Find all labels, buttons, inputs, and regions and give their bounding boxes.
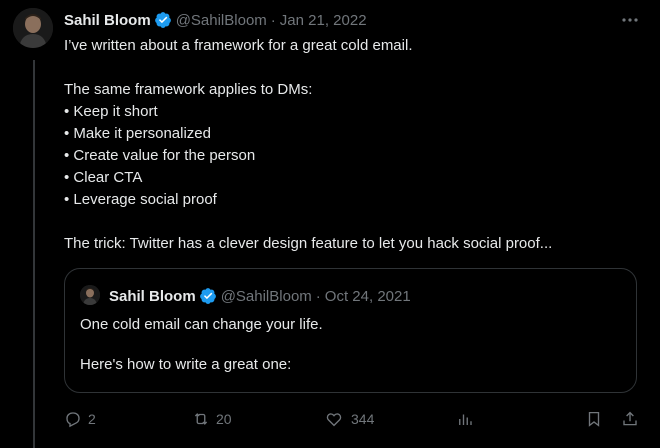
- tweet-date[interactable]: Jan 21, 2022: [280, 12, 367, 29]
- action-bar: 2 20 344: [64, 406, 644, 432]
- tweet-line: The same framework applies to DMs:: [64, 81, 313, 98]
- tweet-line: • Clear CTA: [64, 169, 143, 186]
- quoted-author-handle: @SahilBloom: [220, 287, 312, 305]
- views-button[interactable]: [456, 406, 474, 432]
- thread-line: [33, 60, 35, 448]
- author-handle[interactable]: @SahilBloom: [176, 12, 267, 29]
- separator-dot: ·: [315, 287, 321, 305]
- bookmark-icon: [588, 411, 600, 427]
- quoted-tweet-date: Oct 24, 2021: [324, 287, 411, 305]
- share-button[interactable]: [621, 406, 639, 432]
- tweet-line: • Make it personalized: [64, 125, 211, 142]
- reply-count: 2: [88, 411, 96, 427]
- quoted-tweet-header: Sahil Bloom @SahilBloom · Oct 24, 2021: [109, 286, 411, 306]
- tweet-text: I’ve written about a framework for a gre…: [64, 35, 644, 255]
- avatar[interactable]: [13, 8, 53, 48]
- quoted-line: One cold email can change your life.: [80, 316, 323, 333]
- retweet-button[interactable]: 20: [192, 406, 232, 432]
- tweet-line: [64, 211, 644, 233]
- quoted-line: Here's how to write a great one:: [80, 356, 292, 373]
- reply-button[interactable]: 2: [64, 406, 96, 432]
- like-button[interactable]: 344: [325, 406, 374, 432]
- tweet-line: The trick: Twitter has a clever design f…: [64, 235, 553, 252]
- tweet-line: • Create value for the person: [64, 147, 256, 164]
- author-name[interactable]: Sahil Bloom: [64, 12, 151, 29]
- views-icon: [459, 414, 472, 425]
- retweet-icon: [194, 413, 208, 425]
- quoted-author-name: Sahil Bloom: [109, 287, 196, 305]
- quoted-line: [80, 335, 323, 355]
- verified-badge-icon: [199, 287, 217, 305]
- verified-badge-icon: [154, 11, 172, 29]
- tweet-line: • Keep it short: [64, 103, 158, 120]
- like-count: 344: [351, 411, 375, 427]
- reply-icon: [66, 412, 80, 428]
- quoted-tweet-text: One cold email can change your life. Her…: [80, 315, 323, 375]
- like-icon: [326, 413, 342, 427]
- tweet-line: [64, 57, 644, 79]
- more-icon[interactable]: [620, 11, 640, 29]
- bookmark-button[interactable]: [585, 406, 603, 432]
- tweet-line: • Leverage social proof: [64, 191, 217, 208]
- tweet-line: I’ve written about a framework for a gre…: [64, 37, 413, 54]
- quoted-avatar: [80, 285, 100, 305]
- tweet-header: Sahil Bloom @SahilBloom · Jan 21, 2022: [64, 10, 367, 30]
- retweet-count: 20: [216, 411, 232, 427]
- share-icon: [623, 411, 637, 426]
- quoted-tweet-card[interactable]: Sahil Bloom @SahilBloom · Oct 24, 2021 O…: [64, 268, 637, 393]
- separator-dot: ·: [270, 11, 276, 29]
